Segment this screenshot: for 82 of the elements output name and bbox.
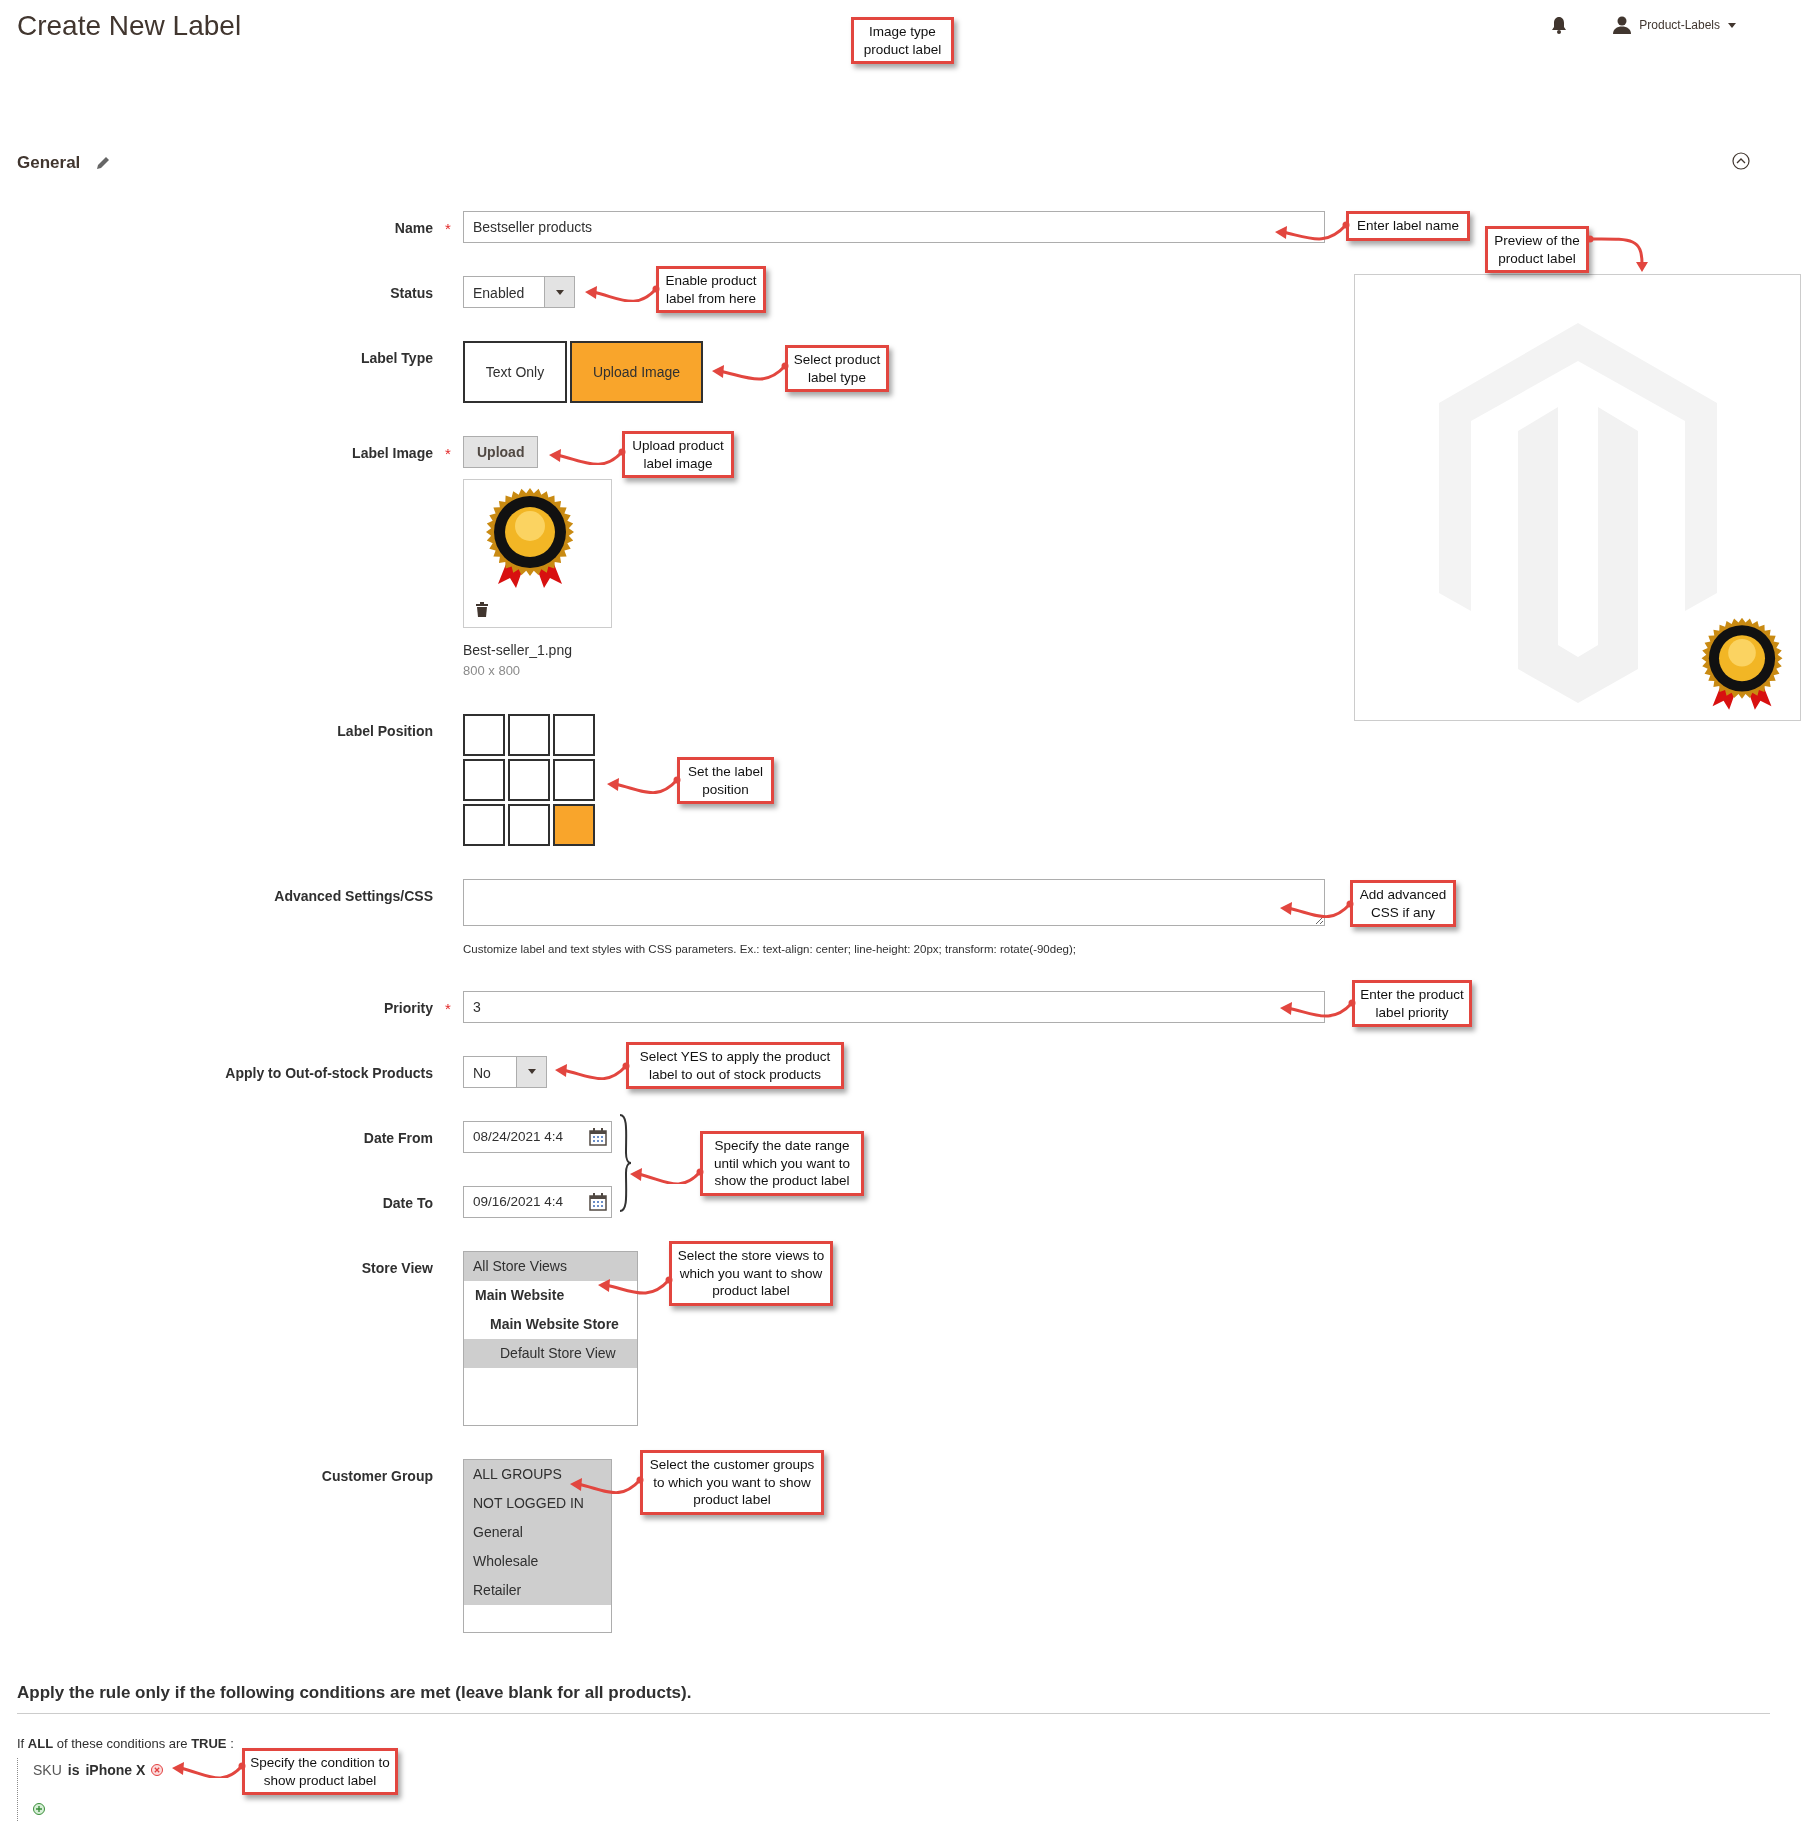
- required-mark: *: [445, 999, 451, 1017]
- field-label: Customer Group: [320, 1466, 433, 1486]
- list-option[interactable]: Default Store View: [464, 1338, 637, 1368]
- list-option[interactable]: Retailer: [464, 1575, 611, 1605]
- callout: Upload product label image: [622, 431, 734, 479]
- field-label: Store View: [360, 1258, 433, 1278]
- calendar-icon[interactable]: [589, 1192, 607, 1211]
- callout: Enable product label from here: [656, 266, 766, 314]
- conditions-intro: If ALL of these conditions are TRUE :: [17, 1735, 235, 1754]
- position-cell[interactable]: [553, 713, 595, 756]
- page-title: Create New Label: [17, 9, 242, 43]
- callout: Specify the condition to show product label: [242, 1748, 398, 1796]
- text-field[interactable]: Bestseller products: [463, 211, 1325, 243]
- caret-icon: [527, 1069, 536, 1075]
- calendar-icon[interactable]: [589, 1127, 607, 1146]
- callout: Specify the date range until which you want to show the product label: [700, 1131, 864, 1196]
- field-label: Date To: [381, 1193, 433, 1213]
- multiselect-list[interactable]: All Store Views Main Website Main Website Store Default Store View: [463, 1250, 638, 1426]
- trash-icon[interactable]: [476, 602, 488, 617]
- field-label: Apply to Out-of-stock Products: [224, 1063, 433, 1083]
- caret-icon: [555, 289, 564, 295]
- position-cell[interactable]: [463, 803, 505, 846]
- field-hint: Customize label and text styles with CSS parameters. Ex.: text-align: center; line-height: 20px; transform: rotate(-90deg);: [463, 941, 1077, 957]
- pencil-icon[interactable]: [96, 155, 111, 170]
- dropdown[interactable]: No: [463, 1055, 547, 1088]
- callout: Preview of the product label: [1485, 226, 1589, 274]
- callout: Select the store views to which you want to show product label: [669, 1241, 833, 1306]
- account-menu[interactable]: Product-Labels: [1613, 16, 1736, 34]
- condition-attribute[interactable]: SKU: [33, 1759, 62, 1781]
- position-cell[interactable]: [508, 758, 550, 801]
- condition-operator[interactable]: is: [67, 1759, 80, 1781]
- dropdown[interactable]: Enabled: [463, 276, 575, 308]
- field-label: Status: [389, 284, 433, 303]
- callout: Image type product label: [851, 17, 954, 65]
- file-name: Best-seller_1.png: [463, 641, 573, 660]
- bell-icon[interactable]: [1551, 16, 1568, 34]
- callout: Enter label name: [1346, 211, 1470, 241]
- callout: Add advanced CSS if any: [1350, 880, 1456, 928]
- callout: Select the customer groups to which you want to show product label: [640, 1450, 824, 1515]
- list-option[interactable]: Wholesale: [464, 1546, 611, 1576]
- condition-value[interactable]: iPhone X: [85, 1759, 146, 1781]
- image-dimensions: 800 x 800: [463, 662, 522, 680]
- callout: Select YES to apply the product label to out of stock products: [626, 1042, 844, 1090]
- section-title: General: [17, 152, 81, 174]
- date-field[interactable]: 09/16/2021 4:4: [463, 1185, 612, 1218]
- required-mark: *: [445, 220, 451, 237]
- caret-icon: [1728, 22, 1736, 28]
- field-label: Advanced Settings/CSS: [273, 886, 433, 906]
- label-type-option[interactable]: Text Only: [463, 341, 567, 403]
- list-option[interactable]: All Store Views: [464, 1251, 637, 1281]
- add-icon[interactable]: [33, 1802, 45, 1815]
- position-cell[interactable]: [463, 758, 505, 801]
- position-cell[interactable]: [463, 713, 505, 756]
- list-option[interactable]: Main Website: [464, 1280, 637, 1310]
- multiselect-list[interactable]: ALL GROUPS NOT LOGGED IN General Wholesale Retailer: [463, 1458, 612, 1633]
- conditions-heading: Apply the rule only if the following conditions are met (leave blank for all products).: [17, 1679, 1770, 1715]
- position-cell[interactable]: [553, 803, 595, 846]
- field-label: Label Image: [351, 444, 433, 463]
- list-option[interactable]: ALL GROUPS: [464, 1459, 611, 1489]
- field-label: Priority: [383, 998, 433, 1018]
- label-type-option[interactable]: Upload Image: [570, 341, 703, 403]
- required-mark: *: [445, 445, 451, 462]
- callout: Set the label position: [677, 757, 774, 805]
- position-cell[interactable]: [508, 713, 550, 756]
- position-cell[interactable]: [553, 758, 595, 801]
- collapse-icon[interactable]: [1732, 152, 1750, 170]
- callout: Enter the product label priority: [1352, 980, 1472, 1028]
- css-field[interactable]: [463, 878, 1325, 926]
- field-label: Label Type: [359, 349, 433, 368]
- callout: Select product label type: [785, 345, 889, 393]
- user-icon: [1613, 16, 1632, 34]
- list-option[interactable]: General: [464, 1517, 611, 1547]
- date-field[interactable]: 08/24/2021 4:4: [463, 1120, 612, 1153]
- field-label: Date From: [362, 1128, 433, 1148]
- field-label: Name: [393, 219, 433, 238]
- remove-icon[interactable]: [151, 1764, 164, 1777]
- position-cell[interactable]: [508, 803, 550, 846]
- list-option[interactable]: NOT LOGGED IN: [464, 1488, 611, 1518]
- text-field[interactable]: 3: [463, 990, 1325, 1023]
- list-option[interactable]: Main Website Store: [464, 1309, 637, 1339]
- field-label: Label Position: [336, 721, 433, 741]
- upload-button[interactable]: Upload: [463, 436, 539, 468]
